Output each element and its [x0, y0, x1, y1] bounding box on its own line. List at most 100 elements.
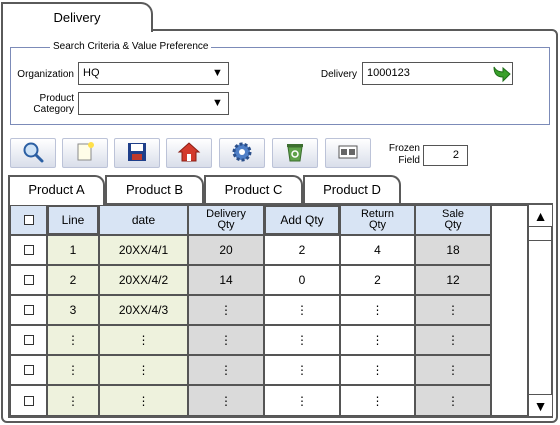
organization-value: HQ	[83, 67, 100, 79]
row-checkbox-cell[interactable]	[10, 355, 47, 385]
settings-button[interactable]	[219, 138, 265, 168]
row-checkbox[interactable]	[23, 275, 34, 285]
cell-sale-qty: ⋮	[415, 295, 491, 325]
cell-return-qty-value: 2	[374, 273, 381, 287]
cell-delivery-qty-value: ⋮	[220, 363, 232, 377]
row-checkbox[interactable]	[23, 245, 34, 255]
home-icon	[177, 140, 201, 167]
cell-date: ⋮	[99, 355, 188, 385]
column-header-line[interactable]: Line	[47, 205, 99, 235]
cell-line-value: 2	[69, 273, 77, 287]
new-document-icon	[73, 140, 97, 167]
cell-delivery-qty: ⋮	[188, 355, 264, 385]
grid-vertical-scrollbar[interactable]: ▲ ▼	[528, 205, 552, 416]
row-checkbox[interactable]	[23, 305, 34, 315]
cell-return-qty[interactable]: 2	[340, 265, 415, 295]
cell-date-value: 20XX/4/1	[118, 243, 169, 257]
cell-line: ⋮	[47, 355, 99, 385]
cell-date-value: 20XX/4/3	[118, 303, 169, 317]
home-button[interactable]	[166, 138, 212, 168]
layout-button[interactable]	[325, 138, 371, 168]
tab-product-c[interactable]: Product C	[204, 175, 303, 205]
cell-line-value: 3	[69, 303, 77, 317]
row-checkbox[interactable]	[23, 365, 34, 375]
tab-product-d[interactable]: Product D	[303, 175, 401, 205]
cell-return-qty[interactable]: 4	[340, 235, 415, 265]
select-all-checkbox-cell[interactable]	[10, 205, 47, 235]
row-checkbox-cell[interactable]	[10, 265, 47, 295]
cell-add-qty-value: 2	[298, 243, 306, 257]
cell-delivery-qty: 20	[188, 235, 264, 265]
magnifier-icon	[21, 140, 45, 167]
frozen-field-input[interactable]: 2	[423, 145, 468, 166]
cell-add-qty[interactable]: 2	[264, 235, 340, 265]
cell-sale-qty: ⋮	[415, 385, 491, 416]
row-checkbox[interactable]	[23, 395, 34, 406]
cell-add-qty[interactable]: ⋮	[264, 295, 340, 325]
scroll-thumb[interactable]	[529, 227, 552, 241]
cell-return-qty[interactable]: ⋮	[340, 385, 415, 416]
cell-sale-qty-value: 12	[446, 273, 460, 287]
tab-product-a[interactable]: Product A	[8, 175, 105, 207]
chevron-down-icon[interactable]: ▼	[209, 95, 226, 112]
cell-return-qty[interactable]: ⋮	[340, 325, 415, 355]
grid-filler-column	[491, 205, 528, 416]
cell-date: 20XX/4/3	[99, 295, 188, 325]
column-header-return-qty[interactable]: Return Qty	[340, 205, 415, 235]
cell-add-qty-value: ⋮	[296, 303, 308, 317]
cell-return-qty-value: ⋮	[371, 393, 384, 408]
scroll-up-icon[interactable]: ▲	[529, 205, 552, 227]
delivery-window-tab[interactable]: Delivery	[1, 2, 153, 32]
cell-sale-qty-value: ⋮	[447, 393, 459, 408]
delivery-value: 1000123	[367, 67, 410, 79]
chevron-down-icon[interactable]: ▼	[209, 65, 226, 82]
cell-sale-qty: ⋮	[415, 355, 491, 385]
search-button[interactable]	[10, 138, 56, 168]
frozen-field-label: Frozen Field	[388, 143, 420, 166]
cell-line: 1	[47, 235, 99, 265]
new-button[interactable]	[62, 138, 108, 168]
save-button[interactable]	[114, 138, 160, 168]
column-header-add-qty[interactable]: Add Qty	[264, 205, 340, 235]
search-criteria-legend: Search Criteria & Value Preference	[50, 41, 212, 52]
cell-return-qty-value: ⋮	[371, 333, 384, 347]
cell-line: 3	[47, 295, 99, 325]
tab-product-b[interactable]: Product B	[105, 175, 204, 205]
scroll-down-icon[interactable]: ▼	[529, 394, 552, 416]
gear-icon	[230, 140, 254, 167]
cell-line-value: ⋮	[67, 333, 79, 347]
organization-select[interactable]: HQ ▼	[78, 62, 229, 85]
column-header-date[interactable]: date	[99, 205, 188, 235]
delete-button[interactable]	[272, 138, 318, 168]
cell-sale-qty-value: 18	[446, 243, 460, 257]
column-header-delivery-qty[interactable]: Delivery Qty	[188, 205, 264, 235]
cell-add-qty-value: ⋮	[296, 363, 308, 377]
column-header-sale-qty[interactable]: Sale Qty	[415, 205, 491, 235]
cell-add-qty-value: ⋮	[296, 393, 308, 408]
cell-add-qty[interactable]: 0	[264, 265, 340, 295]
cell-return-qty[interactable]: ⋮	[340, 355, 415, 385]
row-checkbox-cell[interactable]	[10, 295, 47, 325]
product-category-select[interactable]: ▼	[78, 92, 229, 115]
cell-date-value: 20XX/4/2	[118, 273, 169, 287]
row-checkbox-cell[interactable]	[10, 325, 47, 355]
cell-date-value: ⋮	[137, 333, 150, 347]
go-arrow-icon[interactable]	[490, 63, 512, 85]
cell-line-value: ⋮	[67, 393, 79, 408]
cell-add-qty[interactable]: ⋮	[264, 355, 340, 385]
cell-line: 2	[47, 265, 99, 295]
cell-date: 20XX/4/2	[99, 265, 188, 295]
cell-sale-qty-value: ⋮	[447, 303, 459, 317]
cell-add-qty[interactable]: ⋮	[264, 325, 340, 355]
row-checkbox-cell[interactable]	[10, 385, 47, 416]
cell-return-qty-value: 4	[374, 243, 381, 257]
cell-date-value: ⋮	[137, 363, 150, 377]
cell-return-qty[interactable]: ⋮	[340, 295, 415, 325]
select-all-checkbox[interactable]	[23, 215, 34, 225]
row-checkbox[interactable]	[23, 335, 34, 345]
cell-return-qty-value: ⋮	[371, 303, 384, 317]
row-checkbox-cell[interactable]	[10, 235, 47, 265]
cell-add-qty-value: 0	[298, 273, 306, 287]
cell-add-qty[interactable]: ⋮	[264, 385, 340, 416]
cell-delivery-qty: ⋮	[188, 325, 264, 355]
